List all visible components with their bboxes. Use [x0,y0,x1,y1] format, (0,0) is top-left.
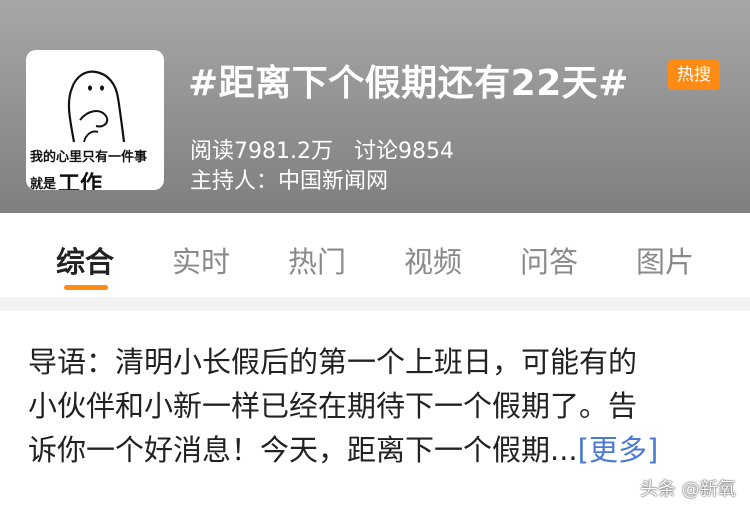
topic-stats: 阅读7981.2万 讨论9854 [190,133,454,165]
topic-host[interactable]: 主持人：中国新闻网 [190,163,388,195]
tab-images[interactable]: 图片 [636,239,694,281]
intro-line: 小伙伴和小新一样已经在期待下一个假期了。告 [28,389,638,423]
hot-badge: 热搜 [668,60,720,90]
tab-comprehensive[interactable]: 综合 [56,239,114,281]
topic-intro: 导语：清明小长假后的第一个上班日，可能有的 小伙伴和小新一样已经在期待下一个假期… [28,340,728,472]
thumbnail-caption-line1: 我的心里只有一件事 [30,150,148,165]
topic-thumbnail[interactable]: 我的心里只有一件事 就是工作 [26,50,164,190]
read-count: 阅读7981.2万 [190,139,333,164]
section-divider [0,297,750,311]
ghost-illustration [67,70,126,143]
tab-qa[interactable]: 问答 [520,239,578,281]
watermark: 头条 @新氧 [640,479,736,500]
intro-line: 诉你一个好消息！今天，距离下一个假期...[更多] [28,428,728,472]
intro-text: 诉你一个好消息！今天，距离下一个假期... [28,433,578,467]
tab-realtime[interactable]: 实时 [172,239,230,281]
tab-bar: 综合 实时 热门 视频 问答 图片 [0,213,750,297]
thumbnail-caption-big: 工作 [58,172,103,190]
active-tab-indicator [64,285,108,290]
thumbnail-caption-prefix: 就是 [30,177,57,190]
tab-hot[interactable]: 热门 [288,239,346,281]
intro-line: 导语：清明小长假后的第一个上班日，可能有的 [28,345,638,379]
tab-video[interactable]: 视频 [404,239,462,281]
more-link[interactable]: [更多] [578,433,659,467]
thumbnail-caption-line2: 就是工作 [30,166,102,190]
topic-title: #距离下个假期还有22天# [188,63,629,104]
topic-header: 我的心里只有一件事 就是工作 #距离下个假期还有22天# 热搜 阅读7981.2… [0,0,750,213]
discussion-count: 讨论9854 [353,139,454,164]
